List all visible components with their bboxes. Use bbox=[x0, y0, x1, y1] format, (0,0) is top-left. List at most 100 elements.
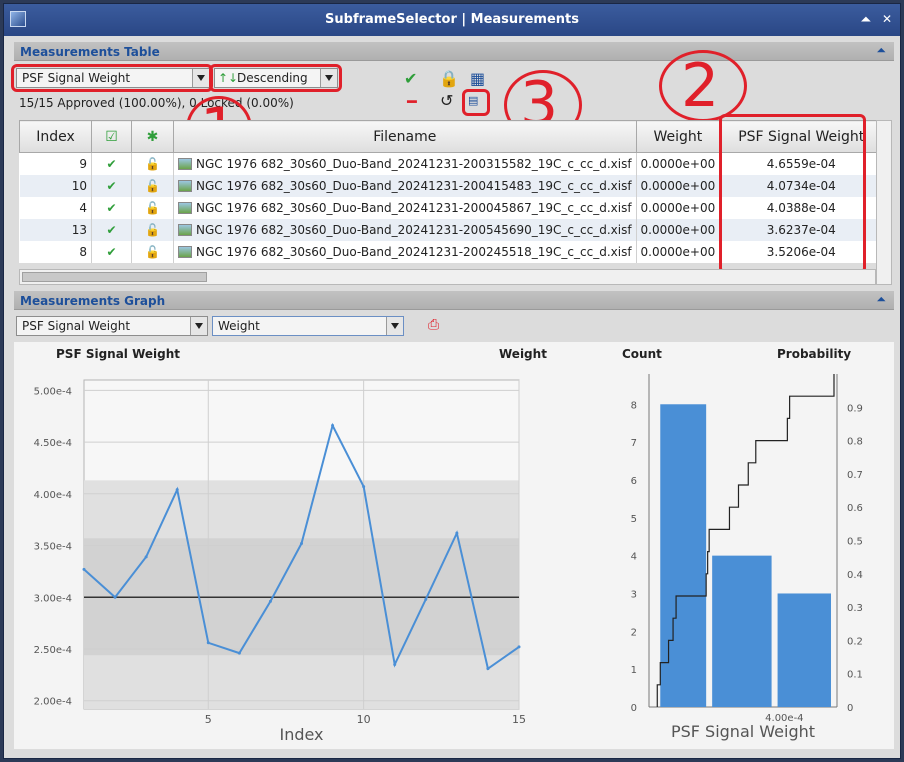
row-filename: NGC 1976 682_30s60_Duo-Band_20241231-200… bbox=[196, 222, 632, 237]
data-point bbox=[424, 597, 428, 601]
row-index: 8 bbox=[19, 240, 92, 263]
window-title: SubframeSelector | Measurements bbox=[325, 12, 579, 27]
probability-tick-label: 0.4 bbox=[847, 570, 863, 581]
histogram-bar bbox=[712, 555, 772, 707]
probability-tick-label: 0 bbox=[847, 703, 853, 714]
column-header-index[interactable]: Index bbox=[19, 120, 92, 153]
unlocked-icon[interactable]: 🔓 bbox=[145, 157, 160, 171]
table-vertical-scrollbar[interactable] bbox=[876, 120, 892, 285]
data-point bbox=[486, 667, 490, 671]
chevron-down-icon bbox=[386, 317, 403, 335]
approved-check-icon[interactable]: ✔ bbox=[106, 179, 116, 193]
measurements-table-header[interactable]: Measurements Table ⏶ bbox=[14, 42, 894, 61]
y-tick-label: 2.00e-4 bbox=[34, 697, 72, 708]
unlocked-icon[interactable]: 🔓 bbox=[145, 179, 160, 193]
row-filename: NGC 1976 682_30s60_Duo-Band_20241231-200… bbox=[196, 156, 632, 171]
status-text: 15/15 Approved (100.00%), 0 Locked (0.00… bbox=[19, 96, 294, 110]
collapse-icon[interactable]: ⏶ bbox=[876, 43, 886, 58]
approved-check-icon[interactable]: ✔ bbox=[106, 223, 116, 237]
row-index: 9 bbox=[19, 152, 92, 175]
y-tick-label: 4.50e-4 bbox=[34, 438, 72, 449]
y-tick-label: 4.00e-4 bbox=[34, 490, 72, 501]
measurements-table-label: Measurements Table bbox=[20, 45, 160, 59]
row-filename: NGC 1976 682_30s60_Duo-Band_20241231-200… bbox=[196, 244, 632, 259]
table-horizontal-scrollbar[interactable] bbox=[19, 269, 876, 285]
collapse-icon[interactable]: ⏶ bbox=[876, 292, 886, 307]
psf-signal-weight-line-chart: 2.00e-4 2.50e-4 3.00e-4 3.50e-4 4.00e-4 4.50e… bbox=[34, 379, 526, 742]
approve-icon[interactable]: ✔ bbox=[404, 70, 417, 88]
probability-tick-label: 0.2 bbox=[847, 636, 863, 647]
x-axis-label: PSF Signal Weight bbox=[671, 722, 815, 741]
x-tick-label: 5 bbox=[205, 713, 212, 726]
reset-icon[interactable]: ↺ bbox=[440, 92, 453, 110]
count-tick-label: 8 bbox=[631, 400, 637, 411]
data-point bbox=[362, 485, 366, 489]
data-point bbox=[175, 488, 179, 492]
select-all-icon[interactable]: ▦ bbox=[470, 70, 485, 88]
count-tick-label: 1 bbox=[631, 665, 637, 676]
approved-column-icon: ☑ bbox=[105, 128, 118, 145]
export-pdf-icon[interactable]: ⎙ bbox=[428, 316, 439, 334]
annotation-number-2: 2 bbox=[681, 51, 720, 121]
shade-icon[interactable]: ⏶ bbox=[861, 12, 871, 27]
row-weight: 0.0000e+00 bbox=[636, 174, 721, 197]
scrollbar-thumb[interactable] bbox=[22, 272, 207, 282]
histogram-bar bbox=[660, 404, 707, 707]
psf-signal-weight-histogram: 01234567800.10.20.30.40.50.60.70.80.94.0… bbox=[631, 374, 863, 741]
graph-y-property-select[interactable]: PSF Signal Weight bbox=[16, 316, 208, 336]
count-tick-label: 5 bbox=[631, 514, 637, 525]
graph-y-property-value: PSF Signal Weight bbox=[22, 319, 131, 333]
data-point bbox=[206, 641, 210, 645]
column-header-filename[interactable]: Filename bbox=[173, 120, 637, 153]
count-tick-label: 2 bbox=[631, 627, 637, 638]
column-header-weight[interactable]: Weight bbox=[635, 120, 721, 153]
approved-check-icon[interactable]: ✔ bbox=[106, 245, 116, 259]
measurements-graph-header[interactable]: Measurements Graph ⏶ bbox=[14, 291, 894, 310]
graph-x-property-select[interactable]: Weight bbox=[212, 316, 404, 336]
row-index: 13 bbox=[19, 218, 92, 241]
y-tick-label: 3.00e-4 bbox=[34, 593, 72, 604]
annotation-box-1 bbox=[11, 64, 213, 92]
probability-tick-label: 0.7 bbox=[847, 470, 863, 481]
graph-x-property-value: Weight bbox=[218, 319, 260, 333]
row-weight: 0.0000e+00 bbox=[636, 152, 721, 175]
probability-tick-label: 0.5 bbox=[847, 537, 863, 548]
row-filename: NGC 1976 682_30s60_Duo-Band_20241231-200… bbox=[196, 178, 632, 193]
lock-icon[interactable]: 🔒 bbox=[439, 70, 459, 88]
column-header-approved[interactable]: ☑ bbox=[91, 120, 132, 153]
x-tick-label: 10 bbox=[357, 713, 371, 726]
data-point bbox=[331, 424, 335, 428]
probability-tick-label: 0.8 bbox=[847, 437, 863, 448]
annotation-box-3 bbox=[462, 89, 490, 116]
measurements-graph-label: Measurements Graph bbox=[20, 294, 166, 308]
row-index: 10 bbox=[19, 174, 92, 197]
x-axis-label: Index bbox=[279, 725, 323, 742]
probability-tick-label: 0.1 bbox=[847, 670, 863, 681]
data-point bbox=[237, 651, 241, 655]
image-file-icon bbox=[178, 180, 192, 192]
count-tick-label: 4 bbox=[631, 552, 637, 563]
image-file-icon bbox=[178, 246, 192, 258]
approved-check-icon[interactable]: ✔ bbox=[106, 157, 116, 171]
subframe-selector-window: SubframeSelector | Measurements ⏶ ✕ Meas… bbox=[3, 3, 901, 759]
count-tick-label: 7 bbox=[631, 438, 637, 449]
row-weight: 0.0000e+00 bbox=[636, 196, 721, 219]
chevron-down-icon bbox=[190, 317, 207, 335]
y-tick-label: 3.50e-4 bbox=[34, 542, 72, 553]
data-point bbox=[300, 541, 303, 545]
row-weight: 0.0000e+00 bbox=[636, 218, 721, 241]
approved-check-icon[interactable]: ✔ bbox=[106, 201, 116, 215]
unlocked-icon[interactable]: 🔓 bbox=[145, 201, 160, 215]
annotation-box-2 bbox=[719, 114, 866, 274]
unlocked-icon[interactable]: 🔓 bbox=[145, 245, 160, 259]
image-file-icon bbox=[178, 158, 192, 171]
column-header-locked[interactable]: ✱ bbox=[131, 120, 174, 153]
close-icon[interactable]: ✕ bbox=[882, 12, 892, 26]
unapprove-icon[interactable]: ━ bbox=[407, 93, 417, 111]
y-tick-label: 5.00e-4 bbox=[34, 386, 72, 397]
graph-area: PSF Signal Weight Weight Count Probabili… bbox=[14, 342, 894, 749]
probability-tick-label: 0.6 bbox=[847, 503, 863, 514]
unlocked-icon[interactable]: 🔓 bbox=[145, 223, 160, 237]
row-weight: 0.0000e+00 bbox=[636, 240, 721, 263]
row-filename: NGC 1976 682_30s60_Duo-Band_20241231-200… bbox=[196, 200, 632, 215]
